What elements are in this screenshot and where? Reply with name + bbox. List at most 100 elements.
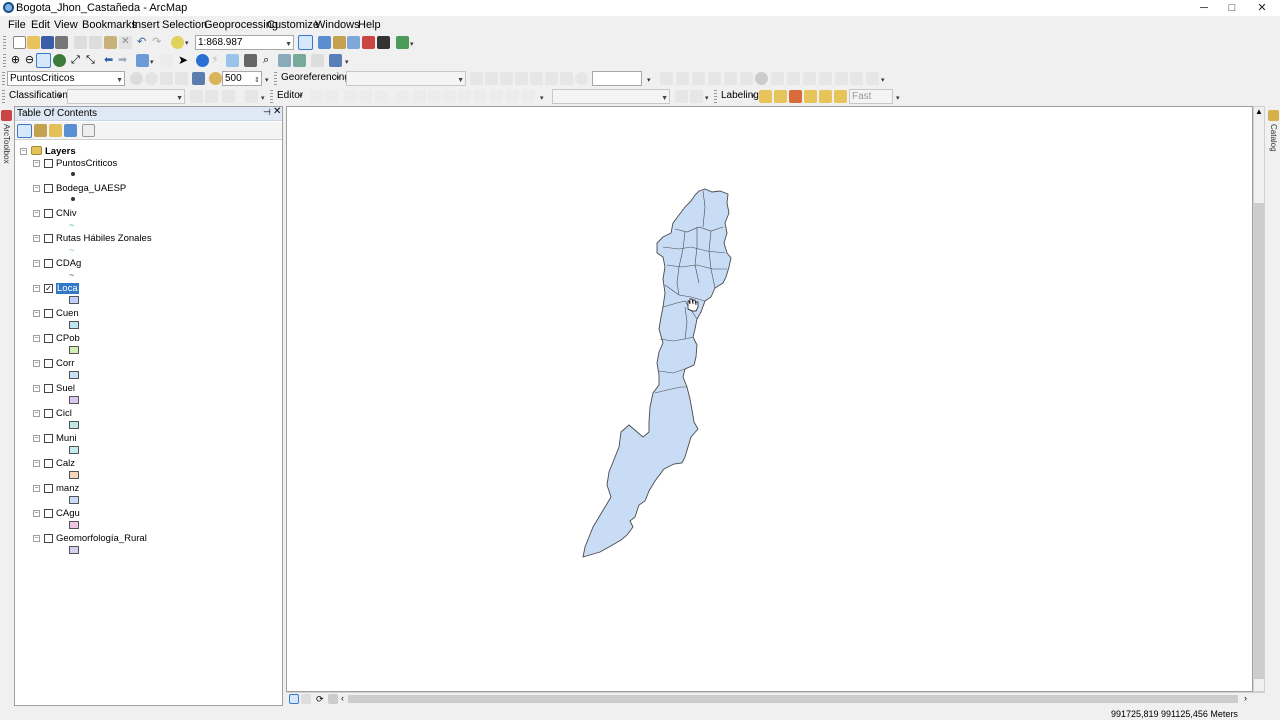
layer-item[interactable]: − Geomorfología_Rural (15, 533, 282, 558)
raster-tool-icon[interactable] (740, 72, 753, 85)
open-folder-icon[interactable] (27, 36, 40, 49)
layer-visibility-checkbox[interactable] (44, 309, 53, 318)
adjust-transparency-icon[interactable] (192, 72, 205, 85)
adjustment-tool-icon[interactable] (690, 90, 703, 103)
layer-item[interactable]: − Suel (15, 383, 282, 408)
catalog-tab[interactable]: Catalog (1269, 124, 1278, 152)
toolbar-overflow-arrow[interactable]: ▾ (261, 94, 267, 103)
menu-help[interactable]: Help (358, 19, 381, 31)
layer-visibility-checkbox[interactable] (44, 509, 53, 518)
layer-name[interactable]: manz (56, 483, 79, 494)
layer-name[interactable]: Suel (56, 383, 75, 394)
scroll-up-arrow[interactable]: ▲ (1255, 107, 1263, 116)
collapse-icon[interactable]: − (33, 335, 40, 342)
layer-name[interactable]: Calz (56, 458, 75, 469)
editor-dropdown-arrow[interactable]: ▾ (299, 92, 305, 101)
layer-name[interactable]: Cicl (56, 408, 72, 419)
layer-visibility-checkbox[interactable] (44, 259, 53, 268)
layer-visibility-checkbox[interactable] (44, 209, 53, 218)
labeling-dropdown-arrow[interactable]: ▾ (751, 92, 757, 101)
toolbar-overflow-arrow[interactable]: ▾ (881, 76, 887, 85)
model-builder-icon[interactable] (396, 36, 409, 49)
effects-layer-combobox[interactable]: PuntosCriticos ▼ (7, 71, 125, 86)
layer-visibility-checkbox[interactable] (44, 434, 53, 443)
edit-annotation-icon[interactable] (326, 90, 339, 103)
shift-icon[interactable] (485, 72, 498, 85)
classification-layer-combobox[interactable]: ▼ (67, 89, 185, 104)
toolbar-overflow-arrow[interactable]: ▾ (265, 76, 271, 85)
toolbar-grip[interactable] (3, 54, 6, 68)
layer-item[interactable]: − ✓ Loca (15, 283, 282, 308)
edit-tool-icon[interactable] (310, 90, 323, 103)
menu-customize[interactable]: Customize (267, 19, 319, 31)
brightness-icon[interactable] (145, 72, 158, 85)
georeferencing-dropdown-arrow[interactable]: ▾ (336, 74, 342, 83)
toolbar-grip[interactable] (2, 72, 5, 86)
collapse-icon[interactable]: − (33, 435, 40, 442)
rotate-viewer-icon[interactable] (575, 72, 588, 85)
contrast-icon[interactable] (130, 72, 143, 85)
layer-visibility-checkbox[interactable] (44, 484, 53, 493)
label-weight-icon[interactable] (834, 90, 847, 103)
layer-item[interactable]: − manz (15, 483, 282, 508)
undo-icon[interactable]: ↶ (137, 36, 150, 49)
georef-input-field[interactable] (592, 71, 642, 86)
measure-icon[interactable] (244, 54, 257, 67)
classification-tool-icon[interactable] (205, 90, 218, 103)
layer-visibility-checkbox[interactable] (44, 334, 53, 343)
select-elements-arrow-icon[interactable]: ➤ (178, 54, 191, 67)
layer-name[interactable]: PuntosCriticos (56, 158, 117, 169)
layer-item[interactable]: − Rutas Hábiles Zonales ~ (15, 233, 282, 258)
arctoolbox-tab[interactable]: ArcToolbox (2, 124, 11, 164)
layer-item[interactable]: − Corr (15, 358, 282, 383)
redo-icon[interactable]: ↷ (152, 36, 165, 49)
georeferencing-layer-combobox[interactable]: ▼ (346, 71, 466, 86)
list-by-selection-icon[interactable] (64, 124, 77, 137)
collapse-icon[interactable]: − (33, 510, 40, 517)
layer-visibility-checkbox[interactable] (44, 359, 53, 368)
layer-item[interactable]: − CAgu (15, 508, 282, 533)
save-icon[interactable] (41, 36, 54, 49)
data-view-icon[interactable] (289, 694, 299, 704)
back-arrow-icon[interactable]: ⬅ (104, 54, 117, 67)
loca-polygon[interactable] (582, 188, 732, 558)
layer-item[interactable]: − Calz (15, 458, 282, 483)
layer-name[interactable]: Rutas Hábiles Zonales (56, 233, 152, 244)
time-slider-icon[interactable] (311, 54, 324, 67)
pan-hand-icon[interactable] (36, 53, 51, 68)
collapse-icon[interactable]: − (33, 210, 40, 217)
layer-item[interactable]: − Bodega_UAESP (15, 183, 282, 208)
rotate-icon[interactable] (470, 72, 483, 85)
collapse-icon[interactable]: − (33, 460, 40, 467)
menu-file[interactable]: File (8, 19, 26, 31)
toolbar-overflow-arrow[interactable]: ▾ (705, 94, 711, 103)
identify-icon[interactable] (196, 54, 209, 67)
menu-edit[interactable]: Edit (31, 19, 50, 31)
lock-labels-icon[interactable] (774, 90, 787, 103)
collapse-icon[interactable]: − (20, 148, 27, 155)
buffer-distance-input[interactable]: 500 ⇕ (222, 71, 262, 86)
zoom-in-icon[interactable]: ⊕ (9, 54, 22, 67)
classification-tool-icon[interactable] (222, 90, 235, 103)
collapse-icon[interactable]: − (33, 285, 40, 292)
hyperlink-icon[interactable]: ⚡ (211, 54, 224, 67)
raster-tool-icon[interactable] (724, 72, 737, 85)
layer-item[interactable]: − Cicl (15, 408, 282, 433)
layer-item[interactable]: − Muni (15, 433, 282, 458)
layer-visibility-checkbox[interactable]: ✓ (44, 284, 53, 293)
select-dropdown-arrow[interactable]: ▾ (150, 58, 156, 67)
view-unplaced-labels-icon[interactable] (804, 90, 817, 103)
toolbar-overflow-arrow[interactable]: ▾ (345, 58, 351, 67)
raster-tool-icon[interactable] (787, 72, 800, 85)
layer-visibility-checkbox[interactable] (44, 459, 53, 468)
select-features-icon[interactable] (136, 54, 149, 67)
classification-tool-icon[interactable] (245, 90, 258, 103)
layer-name[interactable]: Bodega_UAESP (56, 183, 126, 194)
buffer-distance-icon[interactable] (209, 72, 222, 85)
add-control-points-icon[interactable] (515, 72, 528, 85)
raster-tool-icon[interactable] (803, 72, 816, 85)
layer-item[interactable]: − CDAg ~ (15, 258, 282, 283)
collapse-icon[interactable]: − (33, 235, 40, 242)
raster-tool-icon[interactable] (676, 72, 689, 85)
raster-tool-icon[interactable] (755, 72, 768, 85)
